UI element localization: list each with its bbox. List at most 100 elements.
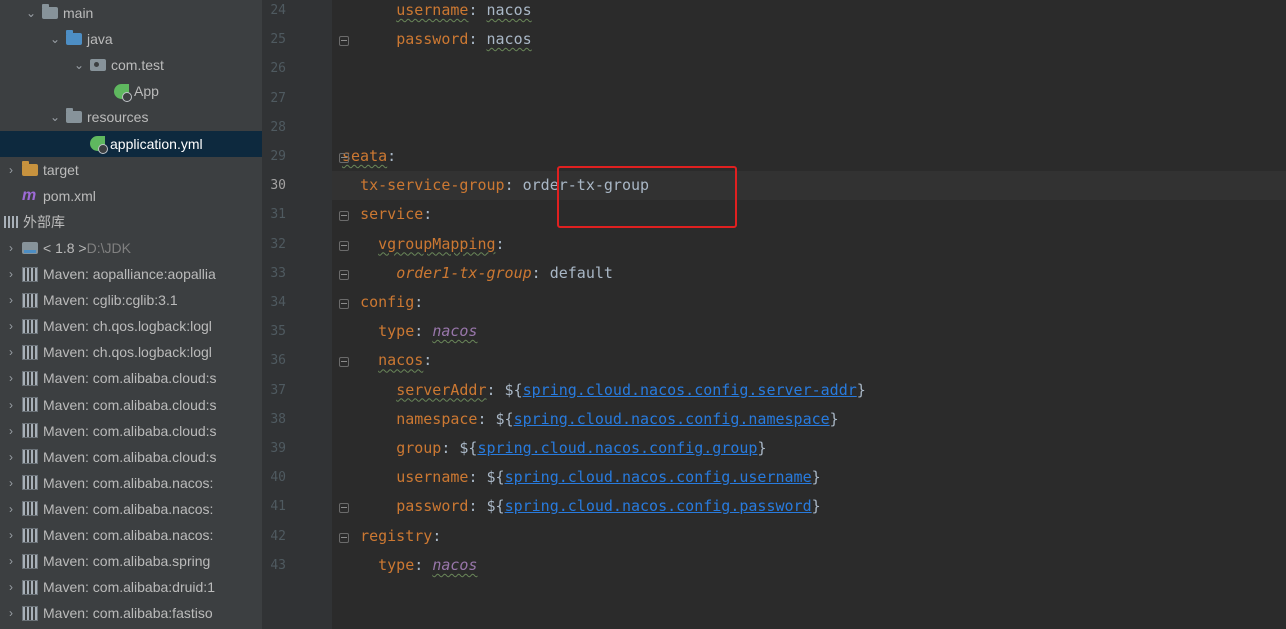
yaml-key: password [396,497,469,516]
fold-marker-icon[interactable] [339,36,349,47]
chevron-down-icon[interactable]: ⌄ [48,110,62,124]
tree-item[interactable]: 外部库 [0,209,262,235]
code-line[interactable]: serverAddr: ${spring.cloud.nacos.config.… [332,376,1286,405]
code-line[interactable] [332,54,1286,83]
tree-item-label: java [87,31,113,48]
chevron-right-icon[interactable]: › [4,345,18,359]
code-line[interactable] [332,84,1286,113]
fold-marker-icon[interactable] [339,211,349,222]
tree-item[interactable]: ⌄ com.test [0,52,262,78]
chevron-right-icon[interactable]: › [4,528,18,542]
tree-item[interactable]: › target [0,157,262,183]
tree-item[interactable]: › < 1.8 > D:\JDK [0,235,262,261]
chevron-right-icon[interactable]: › [4,267,18,281]
project-tree[interactable]: ⌄ main ⌄ java ⌄ com.test App ⌄ resources applicat… [0,0,262,629]
chevron-right-icon[interactable]: › [4,580,18,594]
tree-item[interactable]: › Maven: com.alibaba.cloud:s [0,365,262,391]
tree-item[interactable]: › Maven: com.alibaba.nacos: [0,470,262,496]
code-line[interactable]: config: [332,288,1286,317]
tree-item[interactable]: › Maven: com.alibaba.cloud:s [0,392,262,418]
tree-item-label: Maven: com.alibaba:druid:1 [43,579,215,596]
code-line[interactable]: registry: [332,522,1286,551]
chevron-down-icon[interactable]: ⌄ [72,58,86,72]
fold-marker-icon[interactable] [339,357,349,368]
chevron-right-icon[interactable]: › [4,371,18,385]
tree-item[interactable]: › Maven: com.alibaba.cloud:s [0,418,262,444]
tree-item[interactable]: › Maven: com.alibaba.nacos: [0,522,262,548]
chevron-right-icon[interactable]: › [4,554,18,568]
lib-icon [22,553,38,569]
code-line[interactable]: seata: [332,142,1286,171]
fold-marker-icon[interactable] [339,240,349,251]
line-number: 38 [270,411,286,427]
lib-icon [22,605,38,621]
fold-marker-icon[interactable] [339,532,349,543]
fold-marker-icon[interactable] [339,503,349,514]
tree-item-label: Maven: com.alibaba.cloud:s [43,448,217,465]
chevron-right-icon[interactable]: › [4,319,18,333]
tree-item[interactable]: m pom.xml [0,183,262,209]
code-line[interactable]: vgroupMapping: [332,230,1286,259]
chevron-right-icon[interactable]: › [4,398,18,412]
spring-yml-icon [90,136,108,154]
chevron-right-icon[interactable]: › [4,450,18,464]
chevron-right-icon[interactable]: › [4,424,18,438]
line-number: 36 [270,353,286,369]
tree-item[interactable]: › Maven: com.alibaba.spring [0,548,262,574]
code-line[interactable]: tx-service-group: order-tx-group [332,171,1286,201]
line-number: 35 [270,324,286,340]
chevron-right-icon[interactable]: › [4,293,18,307]
chevron-right-icon[interactable]: › [4,241,18,255]
placeholder-reference: spring.cloud.nacos.config.namespace [513,409,830,428]
code-line[interactable]: service: [332,200,1286,229]
tree-item[interactable]: › Maven: com.alibaba.nacos: [0,496,262,522]
line-number: 42 [270,528,286,544]
chevron-right-icon[interactable]: › [4,476,18,490]
code-token: : [423,205,433,224]
line-number: 39 [270,441,286,456]
tree-item-label: main [63,5,94,21]
tree-item[interactable]: application.yml [0,130,262,157]
code-token: } [829,409,839,428]
code-line[interactable] [332,113,1286,142]
chevron-right-icon[interactable]: › [4,163,18,177]
code-line[interactable]: type: nacos [332,317,1286,346]
tree-item[interactable]: › Maven: ch.qos.logback:logl [0,339,262,365]
code-line[interactable]: group: ${spring.cloud.nacos.config.group… [332,434,1286,463]
tree-item[interactable]: › Maven: aopalliance:aopallia [0,261,262,287]
tree-item[interactable]: ⌄ java [0,26,262,52]
code-line[interactable]: nacos: [332,346,1286,375]
tree-item[interactable]: › Maven: cglib:cglib:3.1 [0,287,262,313]
fold-marker-icon[interactable] [339,269,349,280]
code-line[interactable]: password: nacos [332,25,1286,54]
code-token: } [811,468,821,487]
tree-item[interactable]: › Maven: ch.qos.logback:logl [0,313,262,339]
tree-item-label: Maven: com.alibaba.spring [43,553,211,570]
code-line[interactable]: password: ${spring.cloud.nacos.config.pa… [332,492,1286,521]
chevron-right-icon[interactable]: › [4,606,18,620]
chevron-right-icon[interactable]: › [4,502,18,516]
code-line[interactable]: username: nacos [332,0,1286,25]
code-line[interactable]: username: ${spring.cloud.nacos.config.us… [332,463,1286,492]
code-line[interactable]: namespace: ${spring.cloud.nacos.config.n… [332,405,1286,434]
code-line[interactable]: type: nacos [332,551,1286,580]
fold-marker-icon[interactable] [339,299,349,309]
fold-marker-icon[interactable] [339,153,349,163]
tree-item[interactable]: ⌄ resources [0,104,262,130]
tree-item[interactable]: App [0,78,262,104]
yaml-key: namespace [396,409,478,428]
code-line[interactable]: order1-tx-group: default [332,259,1286,288]
code-token: : ${ [441,439,478,457]
tree-item[interactable]: › Maven: com.alibaba.cloud:s [0,444,262,470]
tree-item[interactable]: › Maven: com.alibaba:druid:1 [0,574,262,600]
tree-item[interactable]: ⌄ main [0,0,262,26]
yaml-key: registry [360,526,433,545]
placeholder-reference: spring.cloud.nacos.config.server-addr [522,380,857,399]
lib-icon [22,266,38,282]
chevron-down-icon[interactable]: ⌄ [24,6,38,20]
chevron-down-icon[interactable]: ⌄ [48,32,62,46]
tree-item[interactable]: › Maven: com.alibaba:fastiso [0,600,262,626]
